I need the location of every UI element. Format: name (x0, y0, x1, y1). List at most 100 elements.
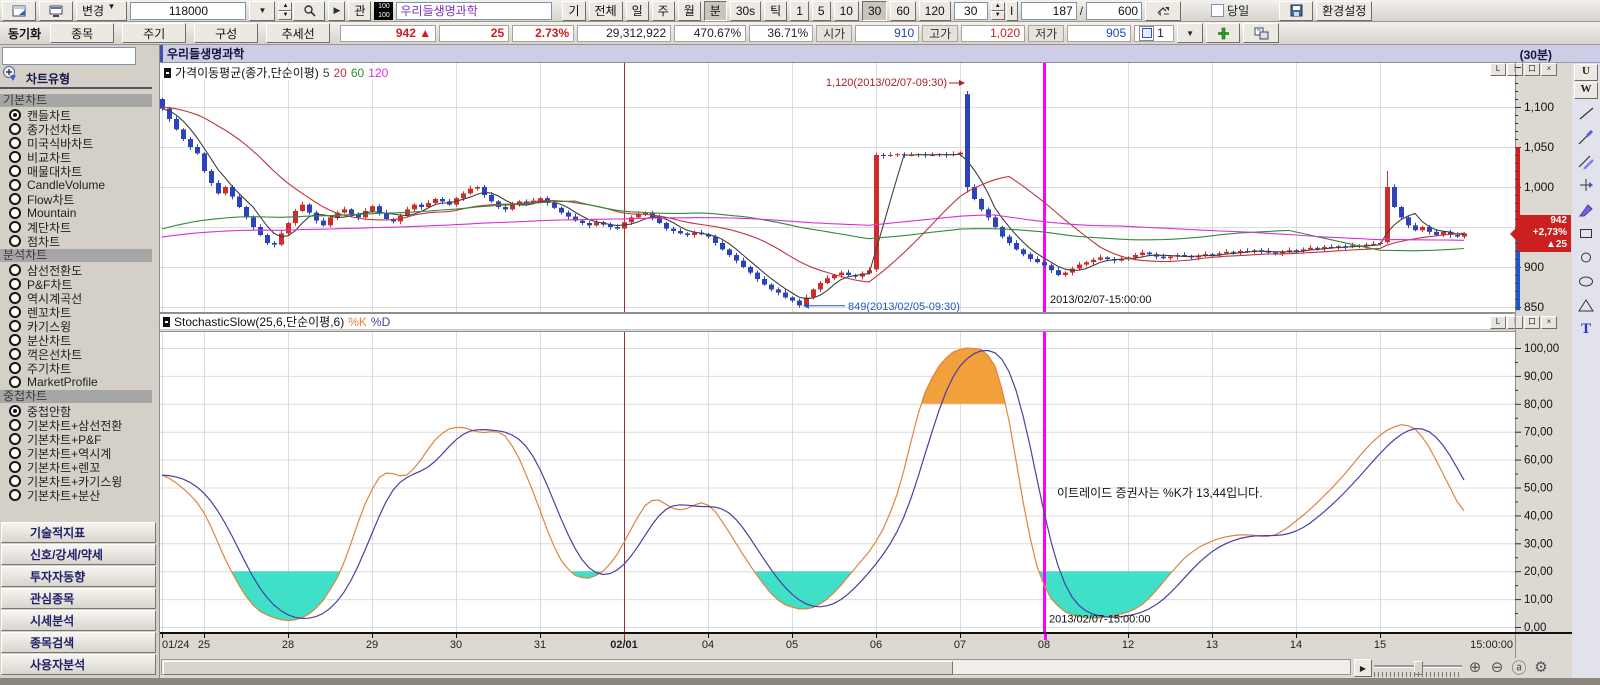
window-arrange-button[interactable] (1243, 23, 1279, 43)
chart-type-option[interactable]: Flow차트 (0, 192, 152, 206)
stat-button-종목[interactable]: 종목 (50, 23, 114, 43)
chart-type-option[interactable]: 역시계곡선 (0, 291, 152, 305)
chart-type-option[interactable]: 점차트 (0, 234, 152, 248)
add-chart-button[interactable] (1206, 23, 1240, 43)
zoom-slider[interactable] (1374, 661, 1462, 669)
interval-spinner[interactable]: ▲▼ (991, 2, 1003, 20)
minute-button-60[interactable]: 60 (890, 1, 915, 21)
chart-type-option[interactable]: 카기스윙 (0, 319, 152, 333)
sidebar-menu-사용자분석[interactable]: 사용자분석 (1, 654, 156, 675)
settings-button[interactable]: 환경설정 (1316, 1, 1372, 21)
auto-zoom-icon[interactable]: ⓐ (1510, 658, 1528, 676)
price-chart[interactable]: 1,120(2013/02/07-09:30)849(2013/02/05-09… (160, 63, 1515, 312)
legend-collapse-icon[interactable] (164, 68, 171, 78)
spinner-up-icon[interactable]: ▲ (991, 2, 1005, 11)
zoom-out-icon[interactable]: ⊖ (1488, 658, 1506, 676)
chevron-down-icon: ▼ (107, 2, 121, 20)
chart-type-header[interactable]: ▼차트유형 (0, 69, 152, 89)
stat-button-추세선[interactable]: 추세선 (266, 23, 330, 43)
period-button-30s[interactable]: 30s (730, 1, 761, 21)
chart-type-option[interactable]: 기본차트+분산 (0, 488, 152, 502)
circle-icon[interactable] (1575, 247, 1597, 267)
pencil-icon[interactable] (1575, 127, 1597, 147)
sidebar-menu-관심종목[interactable]: 관심종목 (1, 588, 156, 609)
play-button[interactable]: ▶ (328, 1, 345, 21)
period-button-기[interactable]: 기 (562, 1, 585, 21)
sidebar-menu-신호/강세/약세[interactable]: 신호/강세/약세 (1, 544, 156, 565)
settings-wrench-icon[interactable]: ⚙ (1532, 658, 1550, 676)
u-button[interactable]: U (1574, 64, 1598, 81)
code-dropdown-button[interactable]: ▼ (249, 1, 275, 21)
legend-collapse-icon[interactable] (163, 317, 170, 327)
navigate-button[interactable] (1145, 1, 1181, 21)
stock-name-input[interactable] (396, 2, 552, 20)
period-button-틱[interactable]: 틱 (764, 1, 787, 21)
marker-icon[interactable] (1575, 199, 1597, 219)
scrollbar-track[interactable] (161, 659, 1351, 675)
stock-code-input[interactable] (130, 2, 246, 20)
i-button[interactable]: I (1006, 1, 1018, 21)
minute-button-30[interactable]: 30 (862, 1, 887, 21)
bars-total-input[interactable] (1086, 2, 1142, 20)
stat-button-구성[interactable]: 구성 (194, 23, 258, 43)
stoch-axis-label: 50,00 (1524, 483, 1553, 495)
pane-restore-button[interactable]: L (1490, 63, 1506, 76)
ellipse-icon[interactable] (1575, 271, 1597, 291)
time-axis-end-label: 15:00:00 (1443, 639, 1513, 651)
chart-type-option[interactable]: 꺽은선차트 (0, 347, 152, 361)
save-button[interactable] (1279, 1, 1313, 21)
rect-icon[interactable] (1575, 223, 1597, 243)
chart-type-option[interactable]: 미국식바차트 (0, 136, 152, 150)
chart-type-option[interactable]: 주기차트 (0, 361, 152, 375)
minute-button-10[interactable]: 10 (834, 1, 859, 21)
minute-button-1[interactable]: 1 (790, 1, 809, 21)
change-dropdown[interactable]: 변경 ▼ (76, 1, 127, 21)
minute-button-120[interactable]: 120 (919, 1, 951, 21)
minute-button-5[interactable]: 5 (812, 1, 831, 21)
period-button-일[interactable]: 일 (626, 1, 649, 21)
sidebar-search-input[interactable] (2, 47, 136, 65)
chart-type-option[interactable]: 삼선전환도 (0, 263, 152, 277)
code-spinner[interactable]: ▲▼ (278, 2, 290, 20)
period-button-분[interactable]: 분 (704, 1, 727, 21)
bars-shown-input[interactable] (1021, 2, 1077, 20)
search-button[interactable] (293, 1, 325, 21)
zoom-in-icon[interactable]: ⊕ (1466, 658, 1484, 676)
candle-body (1294, 250, 1299, 251)
sidebar-menu-종목검색[interactable]: 종목검색 (1, 632, 156, 653)
cross-arrow-icon[interactable] (1575, 175, 1597, 195)
trendline-icon[interactable] (1575, 103, 1597, 123)
chart-type-option[interactable]: 계단차트 (0, 220, 152, 234)
new-window-button[interactable] (2, 1, 36, 21)
sidebar-menu-투자자동향[interactable]: 투자자동향 (1, 566, 156, 587)
chart-type-option[interactable]: MarketProfile (0, 375, 152, 389)
spinner-down-icon[interactable]: ▼ (278, 11, 292, 20)
chart-type-option[interactable]: CandleVolume (0, 178, 152, 192)
chart-type-option[interactable]: 렌꼬차트 (0, 305, 152, 319)
pane-restore-button[interactable]: L (1490, 316, 1506, 329)
scrollbar-thumb[interactable] (163, 661, 953, 675)
period-button-월[interactable]: 월 (678, 1, 701, 21)
dock-window-button[interactable] (39, 1, 73, 21)
layer-selector[interactable]: 1 (1134, 25, 1174, 42)
triangle-icon[interactable] (1575, 295, 1597, 315)
w-button[interactable]: W (1574, 82, 1598, 99)
channel-icon[interactable] (1575, 151, 1597, 171)
spinner-down-icon[interactable]: ▼ (991, 11, 1005, 20)
gwan-button[interactable]: 관 (348, 1, 371, 21)
period-button-주[interactable]: 주 (652, 1, 675, 21)
text-icon[interactable]: T (1575, 319, 1597, 339)
dangil-checkbox[interactable] (1211, 4, 1224, 17)
stat-button-주기[interactable]: 주기 (122, 23, 186, 43)
scroll-right-button[interactable]: ▶ (1354, 659, 1372, 677)
chart-type-option[interactable]: Mountain (0, 206, 152, 220)
sidebar-menu-시세분석[interactable]: 시세분석 (1, 610, 156, 631)
spinner-up-icon[interactable]: ▲ (278, 2, 292, 11)
time-axis-label: 29 (352, 639, 392, 651)
layer-dropdown-button[interactable]: ▼ (1177, 23, 1203, 43)
stochastic-chart[interactable]: 이트레이드 증권사는 %K가 13,44입니다.2013/02/07-15:00… (160, 332, 1515, 632)
interval-input[interactable] (954, 2, 988, 20)
sidebar-menu-기술적지표[interactable]: 기술적지표 (1, 522, 156, 543)
chart-type-option[interactable]: 매물대차트 (0, 164, 152, 178)
period-button-전체[interactable]: 전체 (589, 1, 623, 21)
